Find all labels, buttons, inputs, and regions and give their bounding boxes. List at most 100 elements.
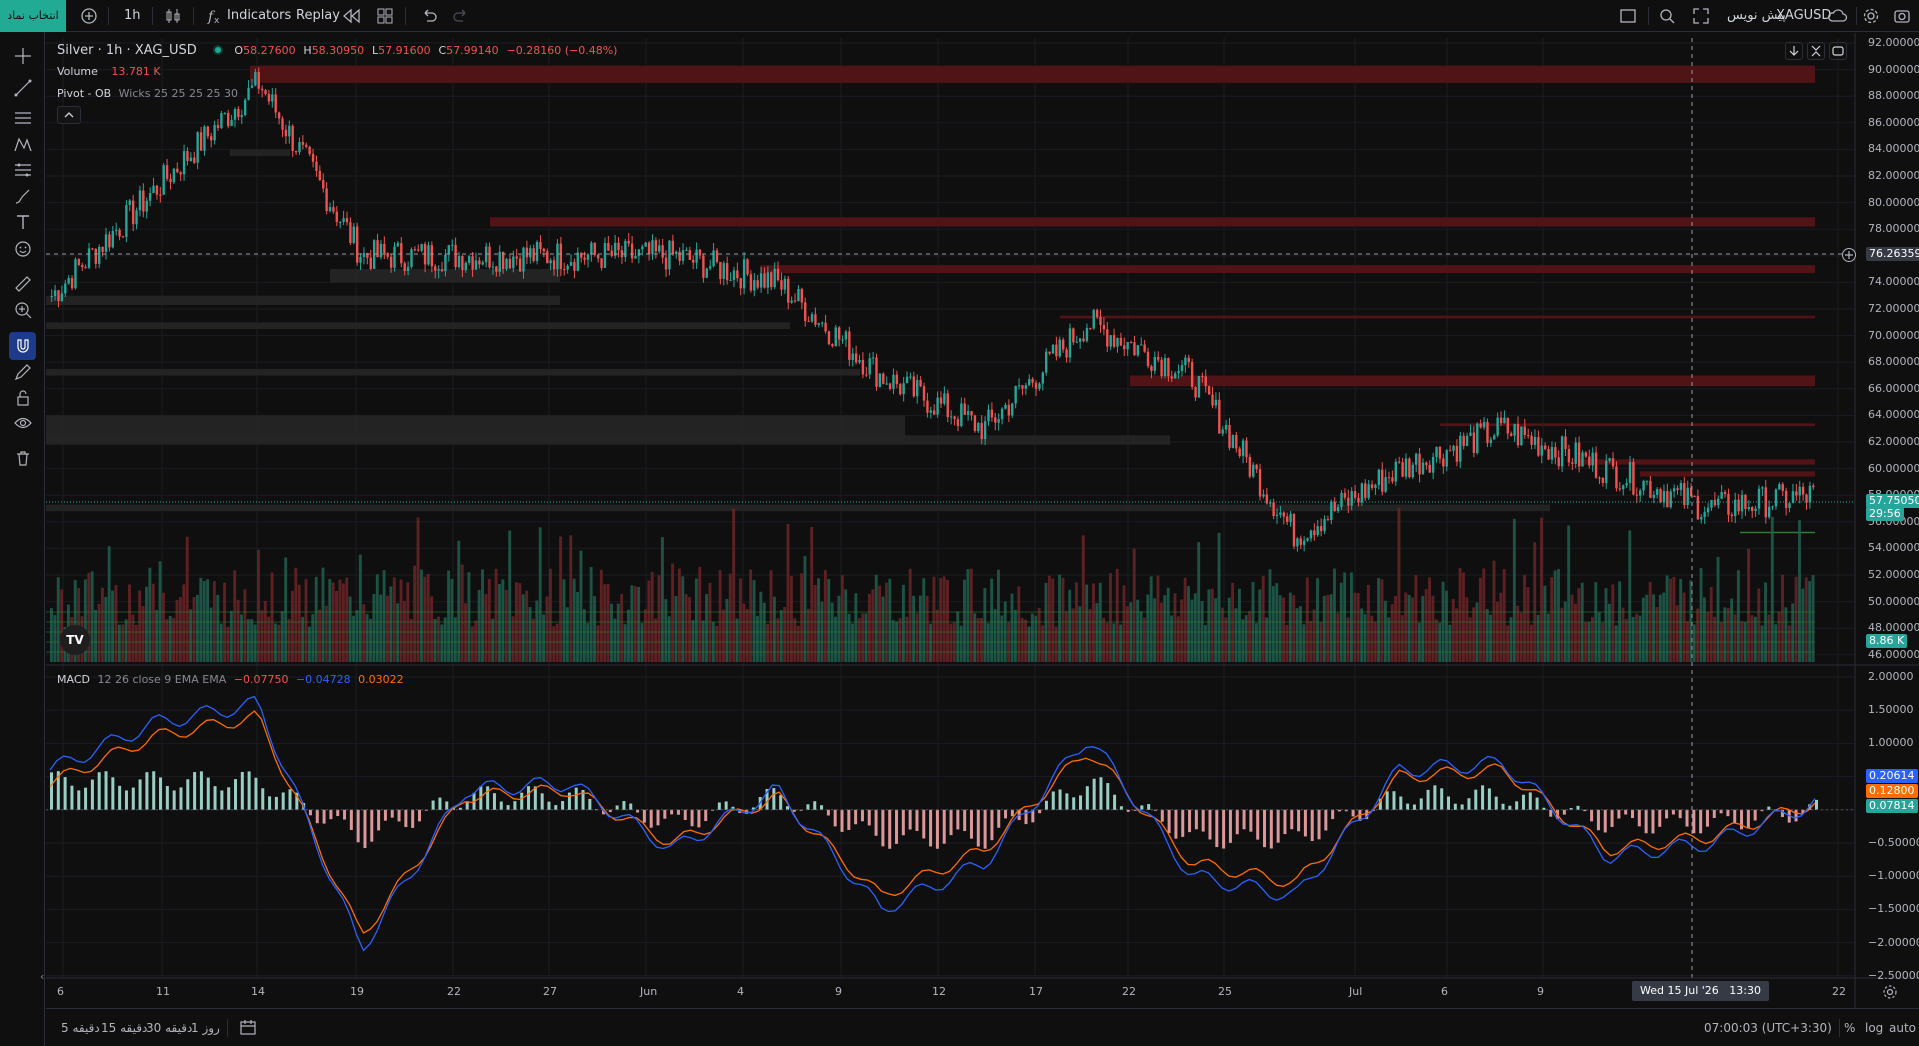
macd-histogram-bar (404, 809, 408, 827)
axis-settings-icon[interactable] (1882, 984, 1898, 1003)
time-tick: 4 (737, 985, 744, 998)
lock-icon[interactable] (0, 384, 45, 412)
volume-bar (725, 599, 729, 662)
macd-histogram-bar (281, 792, 285, 810)
replay-icon[interactable] (341, 0, 361, 32)
add-symbol-icon[interactable] (80, 0, 98, 32)
move-down-icon[interactable] (1785, 42, 1803, 60)
candles-icon[interactable] (164, 0, 182, 32)
macd-histogram-bar (1038, 809, 1042, 814)
range-15min[interactable]: 15 دقیقه (101, 1009, 147, 1046)
symbol-name[interactable]: XAGUSD (1776, 0, 1831, 32)
indicators-button[interactable]: Indicators (227, 0, 291, 32)
candle-body (155, 185, 159, 195)
range-30min[interactable]: 30 دقیقه (146, 1009, 192, 1046)
maximize-pane-icon[interactable] (1829, 42, 1847, 60)
volume-bar (1176, 616, 1180, 662)
time-tick: 19 (350, 985, 364, 998)
macd-histogram-bar (813, 801, 817, 810)
collapse-pane-icon[interactable] (1807, 42, 1825, 60)
undo-icon[interactable] (421, 0, 437, 32)
candle-body (569, 262, 573, 266)
expand-icon[interactable] (1692, 0, 1710, 32)
volume-bar (1210, 588, 1214, 662)
volume-bar (1458, 567, 1462, 662)
candle-body (668, 240, 671, 270)
macd-legend[interactable]: MACD 12 26 close 9 EMA EMA −0.07750 −0.0… (57, 673, 408, 686)
volume-bar (857, 618, 861, 662)
camera-icon[interactable] (1893, 0, 1911, 32)
range-5min[interactable]: 5 دقیقه (61, 1009, 100, 1046)
calendar-icon[interactable] (240, 1009, 256, 1046)
add-alert-icon[interactable] (1842, 248, 1856, 262)
horizontal-lines-icon[interactable] (0, 104, 45, 132)
crosshair-icon[interactable] (0, 42, 45, 70)
eye-icon[interactable] (0, 409, 45, 437)
range-1day[interactable]: 1 روز (191, 1009, 220, 1046)
price-tick: 84.00000 (1868, 142, 1919, 156)
quick-search-icon[interactable] (1658, 0, 1676, 32)
cloud-icon[interactable] (1826, 0, 1848, 32)
trash-icon[interactable] (0, 444, 45, 472)
volume-bar (922, 578, 926, 662)
legend-title[interactable]: Silver · 1h · XAG_USD (57, 43, 197, 58)
indicators-icon[interactable]: fx (207, 0, 223, 32)
volume-bar (1275, 583, 1279, 662)
candle-body (518, 258, 522, 272)
replay-button[interactable]: Replay (296, 0, 340, 32)
candle-body (237, 109, 240, 118)
candle-body (121, 236, 125, 238)
magnet-icon[interactable] (9, 332, 36, 360)
zoom-in-icon[interactable] (0, 296, 45, 324)
macd-histogram-bar (1610, 809, 1614, 827)
demand-zone (230, 149, 290, 157)
price-tick: 48.00000 (1868, 621, 1919, 635)
tradingview-logo[interactable]: TV (60, 625, 90, 655)
symbol-search-button[interactable]: انتخاب نماد (0, 0, 66, 32)
volume-bar (1299, 606, 1302, 662)
text-icon[interactable] (0, 208, 45, 236)
volume-bar (677, 568, 681, 662)
log-toggle[interactable]: log (1865, 1009, 1883, 1046)
pencil-lock-icon[interactable] (0, 358, 45, 386)
brush-icon[interactable] (0, 182, 45, 210)
layout-grid-icon[interactable] (377, 0, 393, 32)
percent-toggle[interactable]: % (1844, 1009, 1855, 1046)
interval-button[interactable]: 1h (124, 0, 141, 32)
redo-icon[interactable] (453, 0, 469, 32)
volume-bar (1512, 518, 1516, 662)
macd-histogram-bar (1337, 809, 1341, 812)
pivot-legend[interactable]: Pivot - OB Wicks 25 25 25 25 30 (57, 87, 242, 100)
settings-gear-icon[interactable] (1862, 0, 1880, 32)
fullscreen-box-icon[interactable] (1619, 0, 1637, 32)
volume-legend[interactable]: Volume 13.781 K (57, 65, 165, 78)
candle-body (291, 125, 294, 151)
candle-body (1116, 338, 1119, 347)
candle-body (383, 243, 386, 254)
candle-body (1360, 483, 1364, 503)
price-chart[interactable] (46, 33, 1919, 1008)
macd-histogram-bar (1624, 809, 1628, 815)
pattern-icon[interactable] (0, 130, 45, 158)
scroll-left-icon[interactable]: ‹ (40, 970, 44, 983)
candle-body (759, 273, 763, 288)
auto-toggle[interactable]: auto (1889, 1009, 1916, 1046)
volume-bar (745, 609, 749, 662)
candle-body (912, 376, 916, 397)
emoji-icon[interactable] (0, 235, 45, 263)
volume-bar (253, 624, 257, 662)
volume-bar (294, 567, 298, 662)
collapse-legend-button[interactable] (57, 106, 81, 124)
clock-label[interactable]: 07:00:03 (UTC+3:30) (1704, 1009, 1832, 1046)
candle-body (1075, 341, 1078, 343)
trend-line-icon[interactable] (0, 74, 45, 102)
demand-zone (46, 368, 860, 376)
macd-histogram-bar (860, 809, 864, 822)
projection-icon[interactable] (0, 156, 45, 184)
candle-body (1374, 484, 1377, 488)
candle-body (1119, 338, 1123, 346)
volume-bar (260, 610, 264, 662)
ruler-icon[interactable] (0, 270, 45, 298)
candle-body (447, 245, 451, 255)
candle-body (1014, 386, 1017, 404)
